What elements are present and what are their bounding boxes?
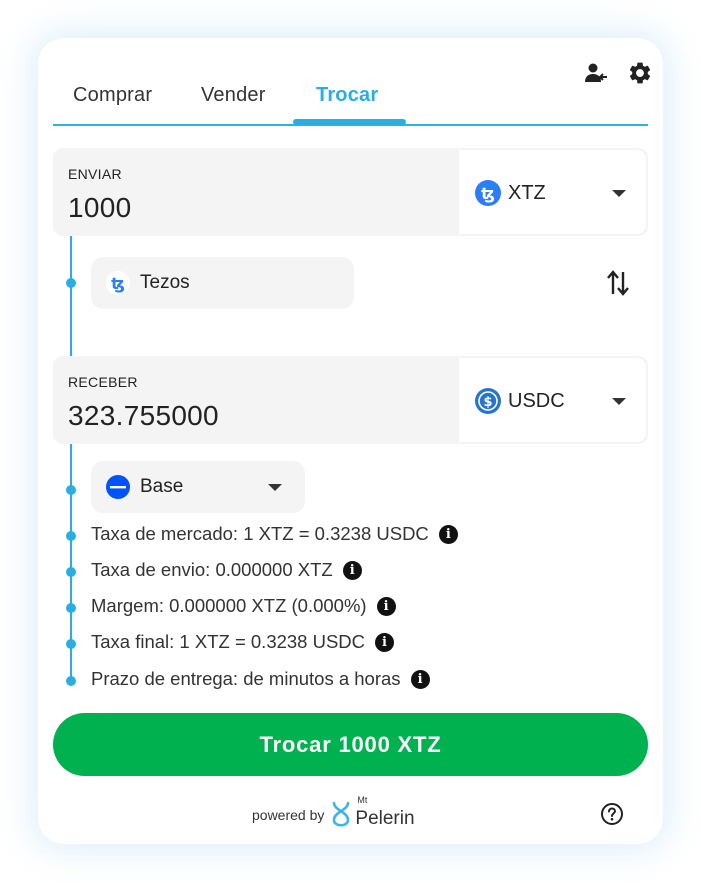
receive-amount-box: RECEBER 323.755000 $ USDC — [53, 356, 648, 444]
tezos-icon: ꜩ — [474, 179, 502, 207]
timeline-dot — [66, 485, 76, 495]
brand-mt: Mt — [357, 795, 368, 805]
chevron-down-icon — [612, 398, 626, 405]
svg-text:$: $ — [483, 395, 492, 410]
help-icon[interactable] — [600, 802, 624, 826]
receive-label: RECEBER — [68, 374, 138, 390]
svg-text:ꜩ: ꜩ — [111, 274, 125, 293]
info-icon[interactable]: i — [438, 524, 458, 544]
send-fee-text: Taxa de envio: 0.000000 XTZ — [91, 559, 333, 580]
receive-currency-code: USDC — [508, 390, 565, 412]
final-rate-text: Taxa final: 1 XTZ = 0.3238 USDC — [91, 631, 366, 652]
delivery-time-text: Prazo de entrega: de minutos a horas — [91, 668, 401, 689]
timeline-dot — [66, 567, 76, 577]
final-rate-row: Taxa final: 1 XTZ = 0.3238 USDC i — [91, 631, 395, 653]
timeline-dot — [66, 278, 76, 288]
brand-text: Mt Pelerin — [355, 795, 414, 830]
timeline-dot — [66, 531, 76, 541]
swap-direction-icon[interactable] — [605, 268, 631, 298]
mt-pelerin-logo-icon[interactable] — [330, 800, 352, 830]
send-currency-code: XTZ — [508, 182, 546, 204]
receive-amount-value: 323.755000 — [68, 400, 219, 431]
timeline-dot — [66, 603, 76, 613]
receive-network-select[interactable]: Base — [91, 461, 305, 513]
swap-widget: Comprar Vender Trocar ENVIAR 1000 ꜩ XTZ — [38, 38, 663, 844]
send-label: ENVIAR — [68, 166, 122, 182]
usdc-icon: $ — [474, 387, 502, 415]
timeline-dot — [66, 676, 76, 686]
send-currency-select[interactable]: ꜩ XTZ — [459, 150, 646, 234]
send-amount-input[interactable]: 1000 — [68, 192, 132, 224]
info-icon[interactable]: i — [410, 669, 430, 689]
tezos-icon: ꜩ — [105, 270, 131, 296]
tab-vender[interactable]: Vender — [201, 84, 266, 107]
timeline-dot — [66, 639, 76, 649]
receive-network-label: Base — [140, 476, 184, 497]
receive-currency-select[interactable]: $ USDC — [459, 358, 646, 442]
info-icon[interactable]: i — [376, 596, 396, 616]
powered-by-footer: powered by Mt Pelerin — [252, 795, 415, 832]
send-network-pill: ꜩ Tezos — [91, 257, 354, 309]
timeline-line — [70, 236, 72, 356]
market-rate-text: Taxa de mercado: 1 XTZ = 0.3238 USDC — [91, 523, 429, 544]
delivery-time-row: Prazo de entrega: de minutos a horas i — [91, 668, 430, 690]
base-network-icon — [105, 474, 131, 500]
chevron-down-icon — [612, 190, 626, 197]
swap-submit-button[interactable]: Trocar 1000 XTZ — [53, 713, 648, 776]
active-tab-indicator — [293, 119, 406, 125]
tab-comprar[interactable]: Comprar — [73, 84, 152, 107]
margin-row: Margem: 0.000000 XTZ (0.000%) i — [91, 595, 396, 617]
info-icon[interactable]: i — [375, 632, 395, 652]
market-rate-row: Taxa de mercado: 1 XTZ = 0.3238 USDC i — [91, 523, 458, 545]
info-icon[interactable]: i — [342, 560, 362, 580]
tab-trocar[interactable]: Trocar — [316, 84, 378, 107]
send-network-label: Tezos — [140, 272, 190, 293]
tab-bar: Comprar Vender Trocar — [53, 78, 648, 126]
svg-text:ꜩ: ꜩ — [481, 184, 495, 203]
chevron-down-icon — [268, 484, 282, 491]
send-fee-row: Taxa de envio: 0.000000 XTZ i — [91, 559, 362, 581]
send-amount-box: ENVIAR 1000 ꜩ XTZ — [53, 148, 648, 236]
powered-by-text: powered by — [252, 807, 325, 823]
margin-text: Margem: 0.000000 XTZ (0.000%) — [91, 595, 367, 616]
